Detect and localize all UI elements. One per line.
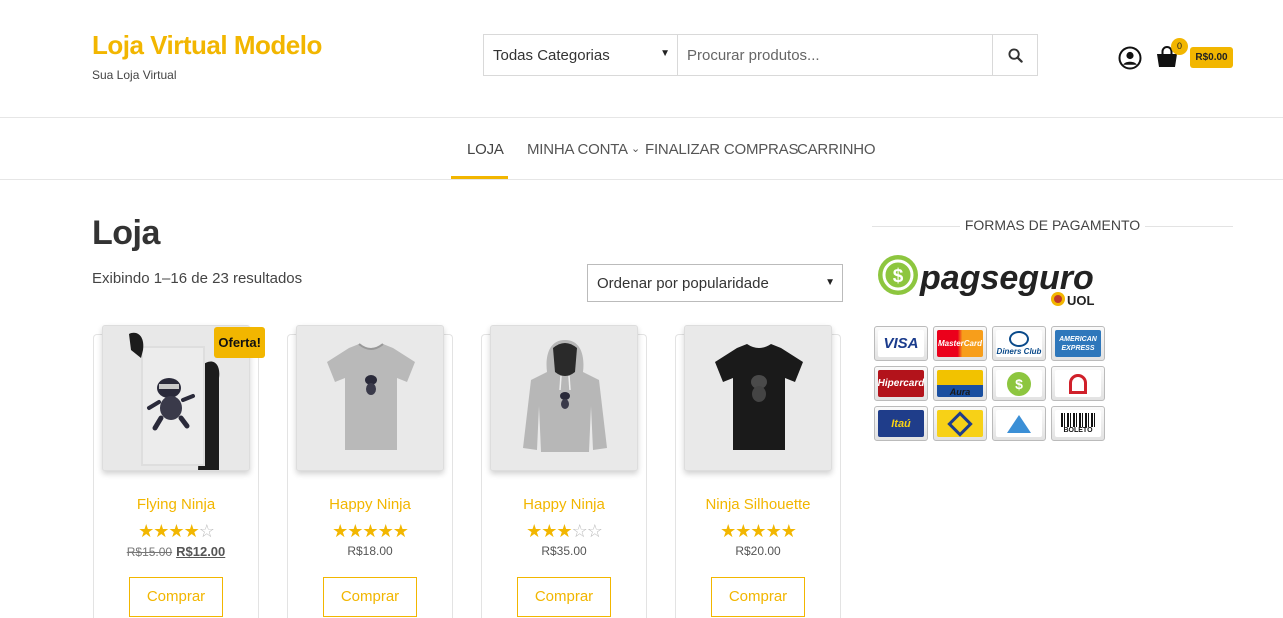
grey-tshirt-image (297, 326, 443, 470)
product-price: R$18.00 (347, 544, 393, 558)
uol-wordmark: UOL (1067, 293, 1095, 308)
payment-widget-title: FORMAS DE PAGAMENTO (872, 216, 1233, 236)
payment-methods-grid: VISA MasterCard Diners Club AMERICAN EXP… (874, 326, 1105, 441)
payment-label: BOLETO (1063, 427, 1093, 434)
pagseguro-coin-icon: $ (1007, 371, 1031, 396)
category-select[interactable]: Todas Categorias ▼ (484, 35, 678, 75)
chevron-down-icon: ⌄ (631, 143, 641, 155)
product-name[interactable]: Happy Ninja (288, 496, 452, 513)
star-rating: ★★★★★ (332, 521, 409, 541)
result-count: Exibindo 1–16 de 23 resultados (92, 270, 303, 287)
orderby-select[interactable]: Ordenar por popularidade ▼ (587, 264, 843, 302)
payment-label: Diners Club (996, 347, 1042, 356)
payment-banco-do-brasil (933, 406, 987, 441)
buy-button[interactable]: Comprar (517, 577, 611, 617)
payment-mastercard: MasterCard (933, 326, 987, 361)
search-input[interactable] (678, 35, 992, 75)
cart-total[interactable]: R$0.00 (1190, 47, 1233, 68)
product-search: Todas Categorias ▼ (483, 34, 1038, 76)
nav-active-indicator (451, 176, 508, 179)
payment-aura: Aura (933, 366, 987, 401)
payment-pagseguro: $ (992, 366, 1046, 401)
star-rating: ★★★☆☆ (526, 521, 603, 541)
grey-hoodie-image (491, 326, 637, 470)
sale-badge: Oferta! (214, 327, 265, 358)
payment-hipercard: Hipercard (874, 366, 928, 401)
caret-down-icon: ▼ (660, 48, 670, 59)
bb-icon (947, 410, 973, 437)
pagseguro-logo-image: $ pagseguro UOL (878, 255, 1095, 308)
payment-amex: AMERICAN EXPRESS (1051, 326, 1105, 361)
product-price: R$35.00 (541, 544, 587, 558)
buy-button[interactable]: Comprar (711, 577, 805, 617)
product-image[interactable] (490, 325, 638, 471)
product-card: Happy Ninja ★★★★★ R$18.00 Comprar (287, 325, 453, 618)
bradesco-icon (1007, 414, 1031, 433)
site-title[interactable]: Loja Virtual Modelo (92, 30, 322, 61)
product-name[interactable]: Ninja Silhouette (676, 496, 840, 513)
star-rating: ★★★★☆ (138, 521, 215, 541)
payment-boleto: BOLETO (1051, 406, 1105, 441)
barcode-icon (1061, 413, 1095, 427)
black-tshirt-image (685, 326, 831, 470)
nav-item-carrinho[interactable]: Carrinho (797, 141, 876, 158)
page-title: Loja (92, 214, 160, 252)
product-image[interactable] (296, 325, 444, 471)
product-image[interactable] (684, 325, 832, 471)
buy-button[interactable]: Comprar (323, 577, 417, 617)
orderby-select-value: Ordenar por popularidade (597, 275, 769, 292)
main-navigation: Loja Minha Conta ⌄ Finalizar Compras Car… (0, 119, 1283, 180)
widget-title-label: FORMAS DE PAGAMENTO (964, 217, 1141, 233)
buy-button[interactable]: Comprar (129, 577, 223, 617)
payment-diners: Diners Club (992, 326, 1046, 361)
nav-item-finalizar-compras[interactable]: Finalizar Compras (645, 141, 798, 158)
product-name[interactable]: Happy Ninja (482, 496, 646, 513)
sale-price: R$12.00 (176, 544, 226, 559)
product-card: Oferta! Flying Ninja ★★★★☆ R$15.00 R$12.0… (93, 325, 265, 618)
account-icon[interactable] (1118, 46, 1142, 70)
banrisul-icon (1069, 373, 1087, 394)
nav-item-loja[interactable]: Loja (467, 141, 504, 158)
pagseguro-wordmark: pagseguro (919, 259, 1094, 297)
pagseguro-logo: $ pagseguro UOL (873, 253, 1105, 313)
product-card: Happy Ninja ★★★☆☆ R$35.00 Comprar (481, 325, 647, 618)
caret-down-icon: ▼ (825, 277, 835, 288)
site-tagline: Sua Loja Virtual (92, 68, 177, 82)
payment-bradesco (992, 406, 1046, 441)
payment-itau: Itaú (874, 406, 928, 441)
old-price: R$15.00 (126, 545, 173, 559)
svg-text:$: $ (893, 266, 904, 287)
nav-item-minha-conta[interactable]: Minha Conta ⌄ (527, 141, 640, 158)
product-price: R$15.00 R$12.00 (94, 544, 258, 559)
payment-banrisul (1051, 366, 1105, 401)
category-select-value: Todas Categorias (493, 47, 610, 64)
search-button[interactable] (992, 35, 1037, 75)
product-card: Ninja Silhouette ★★★★★ R$20.00 Comprar (675, 325, 841, 618)
payment-visa: VISA (874, 326, 928, 361)
product-price: R$20.00 (735, 544, 781, 558)
search-icon (1007, 47, 1023, 63)
nav-item-label: Minha Conta (527, 141, 628, 158)
product-name[interactable]: Flying Ninja (94, 496, 258, 513)
site-header: Loja Virtual Modelo Sua Loja Virtual Tod… (0, 0, 1283, 118)
cart-count-badge: 0 (1171, 38, 1188, 55)
star-rating: ★★★★★ (720, 521, 797, 541)
